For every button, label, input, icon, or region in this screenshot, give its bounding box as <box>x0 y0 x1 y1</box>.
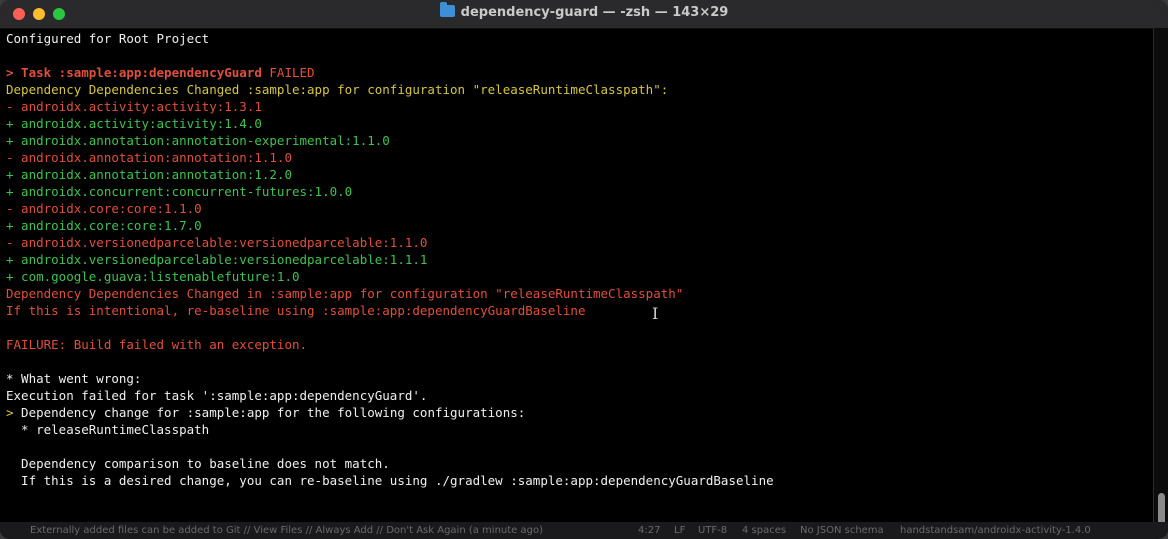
window-title: dependency-guard — -zsh — 143×29 <box>0 2 1168 20</box>
line-text: If this is a desired change, you can re-… <box>6 473 774 488</box>
terminal-line: + androidx.annotation:annotation-experim… <box>6 132 1146 149</box>
terminal-line: Dependency comparison to baseline does n… <box>6 455 1146 472</box>
line-text: If this is intentional, re-baseline usin… <box>6 303 586 318</box>
git-branch[interactable]: handstandsam/androidx-activity-1.4.0 <box>900 522 1091 539</box>
status-message[interactable]: Externally added files can be added to G… <box>30 522 543 539</box>
terminal-output[interactable]: Configured for Root Project > Task :sampl… <box>6 30 1146 520</box>
terminal-line: Dependency Dependencies Changed :sample:… <box>6 81 1146 98</box>
line-text: - androidx.activity:activity:1.3.1 <box>6 99 262 114</box>
terminal-line: - androidx.core:core:1.1.0 <box>6 200 1146 217</box>
line-text: FAILED <box>261 65 315 80</box>
title-bar: dependency-guard — -zsh — 143×29 <box>0 0 1168 29</box>
terminal-line: Execution failed for task ':sample:app:d… <box>6 387 1146 404</box>
file-encoding[interactable]: UTF-8 <box>698 522 727 539</box>
line-text: Execution failed for task ':sample:app:d… <box>6 388 428 403</box>
line-text: * releaseRuntimeClasspath <box>6 422 210 437</box>
line-prefix: > <box>6 405 14 420</box>
terminal-line: > Task :sample:app:dependencyGuard FAILE… <box>6 64 1146 81</box>
terminal-line: + androidx.core:core:1.7.0 <box>6 217 1146 234</box>
line-text: * What went wrong: <box>6 371 142 386</box>
json-schema[interactable]: No JSON schema <box>800 522 884 539</box>
line-text: Dependency comparison to baseline does n… <box>6 456 390 471</box>
terminal-line: + androidx.annotation:annotation:1.2.0 <box>6 166 1146 183</box>
vertical-scrollbar[interactable] <box>1153 28 1168 539</box>
line-text: + androidx.annotation:annotation:1.2.0 <box>6 167 292 182</box>
line-text: FAILURE: Build failed with an exception. <box>6 337 308 352</box>
folder-icon <box>439 2 455 17</box>
line-text: - androidx.versionedparcelable:versioned… <box>6 235 428 250</box>
terminal-line: Dependency Dependencies Changed in :samp… <box>6 285 1146 302</box>
line-text: + androidx.versionedparcelable:versioned… <box>6 252 428 267</box>
line-text: Configured for Root Project <box>6 31 210 46</box>
terminal-line: + androidx.concurrent:concurrent-futures… <box>6 183 1146 200</box>
line-prefix: > Task :sample:app:dependencyGuard <box>6 65 262 80</box>
cursor-position[interactable]: 4:27 <box>638 522 660 539</box>
window-title-text: dependency-guard — -zsh — 143×29 <box>460 5 729 20</box>
terminal-window: dependency-guard — -zsh — 143×29 Configu… <box>0 0 1168 539</box>
terminal-line: If this is a desired change, you can re-… <box>6 472 1146 489</box>
status-bar: Externally added files can be added to G… <box>0 522 1168 539</box>
line-text: - androidx.annotation:annotation:1.1.0 <box>6 150 292 165</box>
ibeam-cursor-icon: I <box>652 304 659 323</box>
line-text: Dependency Dependencies Changed :sample:… <box>6 82 669 97</box>
terminal-line: * releaseRuntimeClasspath <box>6 421 1146 438</box>
line-text: + androidx.activity:activity:1.4.0 <box>6 116 262 131</box>
terminal-line: Configured for Root Project <box>6 30 1146 47</box>
indent-setting[interactable]: 4 spaces <box>742 522 786 539</box>
line-text: + androidx.concurrent:concurrent-futures… <box>6 184 353 199</box>
terminal-line: + com.google.guava:listenablefuture:1.0 <box>6 268 1146 285</box>
terminal-line: + androidx.activity:activity:1.4.0 <box>6 115 1146 132</box>
terminal-line: + androidx.versionedparcelable:versioned… <box>6 251 1146 268</box>
terminal-line: FAILURE: Build failed with an exception. <box>6 336 1146 353</box>
line-text: - androidx.core:core:1.1.0 <box>6 201 202 216</box>
line-text: Dependency Dependencies Changed in :samp… <box>6 286 684 301</box>
line-text: + com.google.guava:listenablefuture:1.0 <box>6 269 300 284</box>
terminal-line: - androidx.activity:activity:1.3.1 <box>6 98 1146 115</box>
terminal-line: - androidx.annotation:annotation:1.1.0 <box>6 149 1146 166</box>
line-separator[interactable]: LF <box>674 522 685 539</box>
terminal-line: If this is intentional, re-baseline usin… <box>6 302 1146 319</box>
line-text: + androidx.core:core:1.7.0 <box>6 218 202 233</box>
line-text: + androidx.annotation:annotation-experim… <box>6 133 390 148</box>
terminal-line: > Dependency change for :sample:app for … <box>6 404 1146 421</box>
terminal-line: * What went wrong: <box>6 370 1146 387</box>
line-text: Dependency change for :sample:app for th… <box>13 405 526 420</box>
terminal-line: - androidx.versionedparcelable:versioned… <box>6 234 1146 251</box>
